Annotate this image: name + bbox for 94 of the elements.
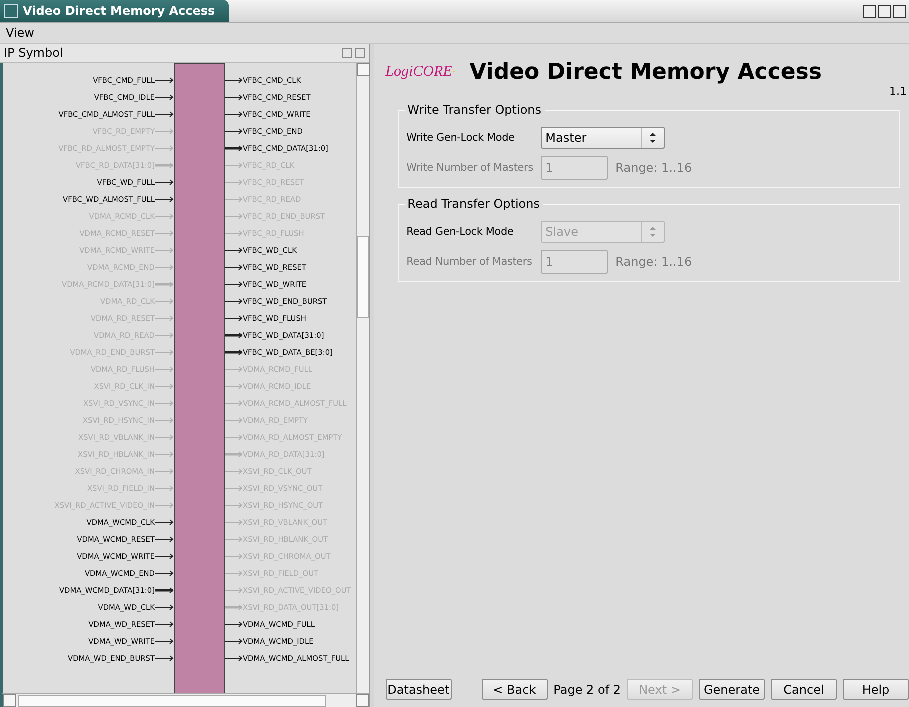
pin-arrow-icon <box>155 519 174 526</box>
mode-dropdown[interactable]: Master <box>540 127 665 149</box>
pin-arrow-icon <box>155 604 174 611</box>
pin-arrow-icon <box>155 383 174 390</box>
group-title: Write Transfer Options <box>404 103 545 117</box>
pin-arrow-icon <box>225 383 243 390</box>
pin-arrow-icon <box>155 434 174 441</box>
dialog-button[interactable]: Datasheet <box>386 679 452 700</box>
pin-arrow-icon <box>155 230 174 237</box>
pin-arrow-icon <box>225 451 243 458</box>
pin-arrow-icon <box>225 502 243 509</box>
pin-arrow-icon <box>225 332 243 339</box>
range-hint: Range: 1..16 <box>616 255 692 269</box>
pin-arrow-icon <box>225 655 243 662</box>
pin-arrow-icon <box>155 128 174 135</box>
pin-arrow-icon <box>225 281 243 288</box>
pin-arrow-icon <box>155 638 174 645</box>
pin-arrow-icon <box>155 281 174 288</box>
pin-arrow-icon <box>225 179 243 186</box>
pin-arrow-icon <box>155 94 174 101</box>
pin-arrow-icon <box>155 349 174 356</box>
pin-arrow-icon <box>225 162 243 169</box>
dialog-button[interactable]: Cancel <box>771 679 837 700</box>
pin-arrow-icon <box>225 264 243 271</box>
field-label: Read Number of Masters <box>406 256 534 268</box>
field-label: Read Gen-Lock Mode <box>406 226 515 238</box>
pin-arrow-icon <box>155 655 174 662</box>
version-label: 1.1 <box>890 85 908 98</box>
vertical-scrollbar[interactable] <box>356 63 369 693</box>
pin-arrow-icon <box>225 553 243 560</box>
pin-arrow-icon <box>155 196 174 203</box>
pane-title: IP Symbol <box>4 46 64 60</box>
pin-arrow-icon <box>155 162 174 169</box>
pin-arrow-icon <box>225 366 243 373</box>
pin-arrow-icon <box>225 417 243 424</box>
pin-arrow-icon <box>225 349 243 356</box>
pin-arrow-icon <box>225 196 243 203</box>
window-title: Video Direct Memory Access <box>23 4 216 18</box>
field-label: Write Number of Masters <box>406 162 534 174</box>
pin-arrow-icon <box>225 111 243 118</box>
pin-arrow-icon <box>155 417 174 424</box>
field-label: Write Gen-Lock Mode <box>406 132 516 144</box>
pin-arrow-icon <box>155 451 174 458</box>
pin-arrow-icon <box>225 213 243 220</box>
app-icon <box>4 4 18 18</box>
pin-arrow-icon <box>225 315 243 322</box>
pin-arrow-icon <box>155 366 174 373</box>
pin-arrow-icon <box>155 179 174 186</box>
dialog-button[interactable]: Generate <box>699 679 765 700</box>
pin-arrow-icon <box>155 247 174 254</box>
pin-arrow-icon <box>225 145 243 152</box>
logo-text: LogiCORE <box>386 64 452 80</box>
pin-arrow-icon <box>155 502 174 509</box>
pin-arrow-icon <box>155 213 174 220</box>
pin-arrow-icon <box>155 587 174 594</box>
pin-arrow-icon <box>155 145 174 152</box>
menu-item[interactable]: View <box>4 26 36 40</box>
pin-arrow-icon <box>155 570 174 577</box>
pin-arrow-icon <box>225 77 243 84</box>
pin-arrow-icon <box>225 230 243 237</box>
horizontal-scrollbar[interactable] <box>0 693 369 707</box>
pin-arrow-icon <box>155 468 174 475</box>
pin-arrow-icon <box>225 638 243 645</box>
page-title: Video Direct Memory Access <box>470 60 822 84</box>
pin-arrow-icon <box>225 400 243 407</box>
pin-arrow-icon <box>155 553 174 560</box>
group-title: Read Transfer Options <box>404 197 543 211</box>
pin-arrow-icon <box>225 604 243 611</box>
pin-arrow-icon <box>155 485 174 492</box>
pin-arrow-icon <box>225 485 243 492</box>
pin-arrow-icon <box>155 264 174 271</box>
pin-arrow-icon <box>155 400 174 407</box>
pin-arrow-icon <box>225 94 243 101</box>
page-indicator: Page 2 of 2 <box>554 682 621 696</box>
pin-arrow-icon <box>155 111 174 118</box>
pin-arrow-icon <box>225 247 243 254</box>
pin-arrow-icon <box>225 621 243 628</box>
dialog-button[interactable]: < Back <box>482 679 548 700</box>
pin-arrow-icon <box>155 77 174 84</box>
pin-arrow-icon <box>155 332 174 339</box>
pin-arrow-icon <box>155 536 174 543</box>
pin-arrow-icon <box>225 536 243 543</box>
pin-arrow-icon <box>155 298 174 305</box>
pin-arrow-icon <box>225 587 243 594</box>
range-hint: Range: 1..16 <box>616 161 692 175</box>
pin-arrow-icon <box>155 315 174 322</box>
pin-arrow-icon <box>225 434 243 441</box>
pin-arrow-icon <box>225 519 243 526</box>
pin-arrow-icon <box>225 298 243 305</box>
pin-arrow-icon <box>225 128 243 135</box>
pin-arrow-icon <box>225 570 243 577</box>
dialog-button[interactable]: Help <box>843 679 909 700</box>
pin-arrow-icon <box>225 468 243 475</box>
pin-arrow-icon <box>155 621 174 628</box>
